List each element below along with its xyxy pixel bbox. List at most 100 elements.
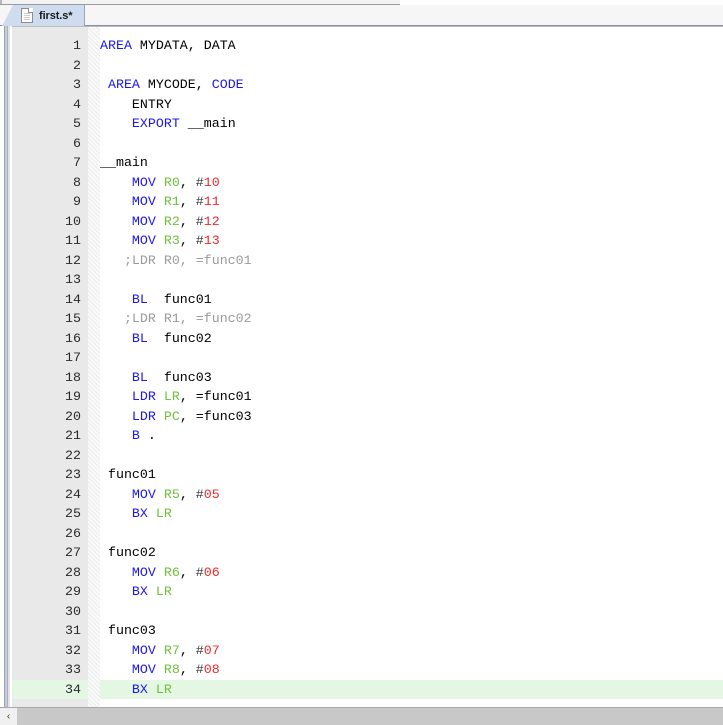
code-token: AREA [107,77,140,92]
code-token: __main [100,155,148,170]
code-line[interactable]: BL func01 [100,290,723,310]
line-number: 15 [65,311,81,326]
code-token: MYDATA, DATA [131,38,236,53]
code-token: , [179,486,196,502]
code-line[interactable]: func01 [100,465,723,485]
code-line[interactable]: LDR LR, =func01 [100,387,723,407]
code-token: func02 [147,330,212,346]
code-line[interactable] [100,524,723,544]
code-token: MOV [131,213,156,229]
line-number: 14 [65,291,81,307]
editor-tab-first-s[interactable]: first.s* [1,5,86,26]
editor-tab-label: first.s* [39,9,73,22]
code-token: R5 [163,486,180,502]
code-line[interactable]: MOV R0, #10 [100,173,723,193]
code-line[interactable]: BX LR [100,679,723,699]
code-token: 11 [203,194,220,209]
document-icon [21,8,33,23]
code-token: R3 [163,233,180,248]
code-token: BX [131,584,148,599]
code-line[interactable]: ;LDR R1, =func02 [100,309,723,329]
line-number: 11 [65,233,81,248]
code-line[interactable] [100,348,723,368]
code-token: LR [155,506,172,521]
code-line[interactable] [100,56,723,76]
code-line[interactable]: LDR PC, =func03 [100,407,723,427]
code-token: BX [131,681,148,697]
line-number: 21 [65,428,81,443]
vertical-scrollbar[interactable] [0,26,12,707]
code-line[interactable]: MOV R7, #07 [100,641,723,661]
editor-tab-strip: first.s* [0,5,723,26]
code-line[interactable]: ENTRY [100,95,723,115]
line-number: 32 [65,642,81,658]
code-token: R0 [163,174,180,190]
code-line[interactable]: BX LR [100,504,723,524]
vertical-scrollbar-track[interactable] [3,26,11,707]
code-line[interactable]: BX LR [100,582,723,602]
code-line[interactable]: MOV R6, #06 [100,563,723,583]
code-token: # [195,642,204,658]
horizontal-scrollbar-track[interactable] [17,708,723,725]
code-line[interactable]: __main [100,153,723,173]
code-line[interactable] [100,270,723,290]
code-text-area[interactable]: AREA MYDATA, DATA AREA MYCODE, CODE ENTR… [100,26,723,707]
code-line[interactable]: MOV R8, #08 [100,660,723,680]
horizontal-scrollbar[interactable]: ‹ [0,707,723,725]
line-number: 13 [65,272,81,287]
code-line[interactable]: func03 [100,621,723,641]
line-number: 28 [65,564,81,580]
line-number: 31 [65,623,81,638]
code-token: , [179,642,196,658]
code-token: , [179,213,196,229]
code-line[interactable]: ;LDR R0, =func01 [100,251,723,271]
code-line[interactable]: MOV R2, #12 [100,212,723,232]
code-token: MOV [131,486,156,502]
code-line[interactable]: BL func03 [100,368,723,388]
line-number: 23 [65,467,81,482]
code-token: , [179,174,196,190]
scroll-left-button[interactable]: ‹ [0,708,17,725]
code-line[interactable]: MOV R3, #13 [100,231,723,251]
folding-margin[interactable] [88,26,100,707]
code-token: # [195,174,204,190]
code-line[interactable]: func02 [100,543,723,563]
code-token: 10 [203,174,220,190]
code-token: LDR [131,389,156,404]
line-number: 7 [73,155,81,170]
code-line[interactable]: MOV R1, #11 [100,192,723,212]
code-line[interactable]: MOV R5, #05 [100,485,723,505]
code-line[interactable]: BL func02 [100,329,723,349]
code-line[interactable] [100,446,723,466]
code-token: MOV [131,564,156,580]
code-token: # [195,233,204,248]
code-token: MYCODE, [139,77,212,92]
code-line[interactable] [100,602,723,622]
code-line[interactable]: B . [100,426,723,446]
code-line[interactable]: AREA MYCODE, CODE [100,75,723,95]
code-token: ;LDR R1, =func02 [100,311,252,326]
code-token: , [179,662,196,677]
code-line[interactable]: AREA MYDATA, DATA [100,36,723,56]
code-line[interactable] [100,134,723,154]
code-line[interactable]: EXPORT __main [100,114,723,134]
line-number: 26 [65,525,81,541]
code-token: ;LDR R0, =func01 [100,252,252,268]
code-token: AREA [100,38,132,53]
code-token: 07 [203,642,220,658]
